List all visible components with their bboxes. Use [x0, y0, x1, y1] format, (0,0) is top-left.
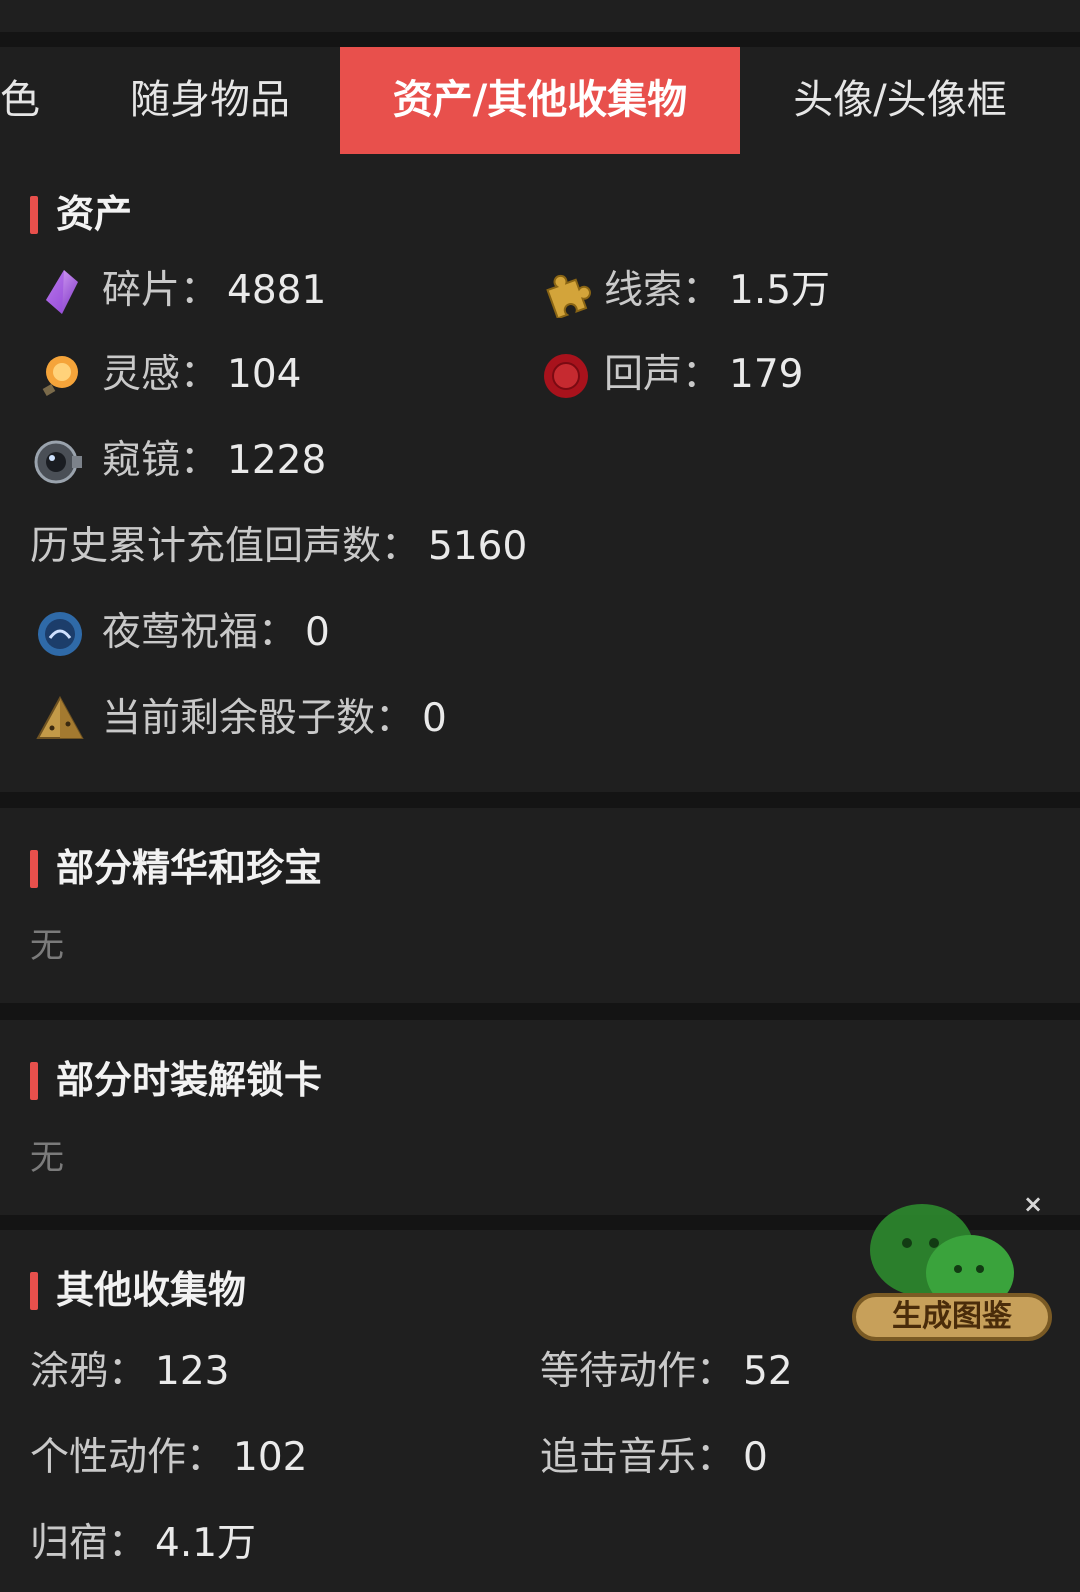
asset-item-dice: 当前剩余骰子数： 0 [102, 696, 447, 741]
collect-item-chase-music: 追击音乐： 0 [540, 1435, 768, 1480]
asset-item-recharge-total: 历史累计充值回声数： 5160 [30, 524, 528, 569]
section-title-essence: 部分精华和珍宝 [30, 846, 322, 890]
inspiration-orb-icon [42, 356, 78, 396]
essence-section: 部分精华和珍宝 无 [0, 808, 1080, 1003]
wechat-icon [852, 1204, 1052, 1341]
assets-section: 资产 碎片： 4881 线索： 1.5万 灵感： 104 回声： 179 窥镜： 1228… [0, 154, 1080, 792]
collect-item-homes: 归宿： 4.1万 [30, 1521, 257, 1566]
empty-text: 无 [30, 926, 64, 966]
top-bar [0, 0, 1080, 32]
asset-item-echoes: 回声： 179 [604, 352, 804, 397]
crystal-shard-icon [46, 270, 78, 314]
asset-item-shards: 碎片： 4881 [102, 268, 327, 313]
asset-item-nightingale: 夜莺祝福： 0 [102, 610, 330, 655]
empty-text: 无 [30, 1138, 64, 1178]
tab-avatar-frame[interactable]: 头像/头像框 [770, 47, 1030, 154]
tab-carried-items[interactable]: 随身物品 [80, 47, 340, 154]
puzzle-piece-icon [546, 274, 591, 318]
tab-character[interactable]: 色 [0, 47, 50, 154]
nightingale-orb-icon [38, 612, 82, 656]
asset-item-clues: 线索： 1.5万 [604, 268, 831, 313]
collect-item-personal-actions: 个性动作： 102 [30, 1435, 308, 1480]
asset-item-lens: 窥镜： 1228 [102, 438, 327, 483]
generate-catalog-button[interactable]: 生成图鉴 [852, 1195, 1062, 1365]
dice-icon [36, 695, 84, 739]
tab-bar: 色 随身物品 资产/其他收集物 头像/头像框 [0, 47, 1080, 155]
tab-assets-collectibles[interactable]: 资产/其他收集物 [340, 47, 740, 154]
section-title-collectibles: 其他收集物 [30, 1268, 246, 1312]
asset-item-inspiration: 灵感： 104 [102, 352, 302, 397]
costume-section: 部分时装解锁卡 无 [0, 1020, 1080, 1215]
collect-item-wait-actions: 等待动作： 52 [540, 1349, 793, 1394]
wax-seal-icon [544, 354, 588, 398]
section-title-costume: 部分时装解锁卡 [30, 1058, 322, 1102]
collect-item-graffiti: 涂鸦： 123 [30, 1349, 230, 1394]
close-icon[interactable]: × [1023, 1190, 1043, 1218]
generate-catalog-label: 生成图鉴 [892, 1299, 1012, 1334]
section-title-assets: 资产 [30, 192, 132, 236]
lens-icon [34, 440, 82, 484]
